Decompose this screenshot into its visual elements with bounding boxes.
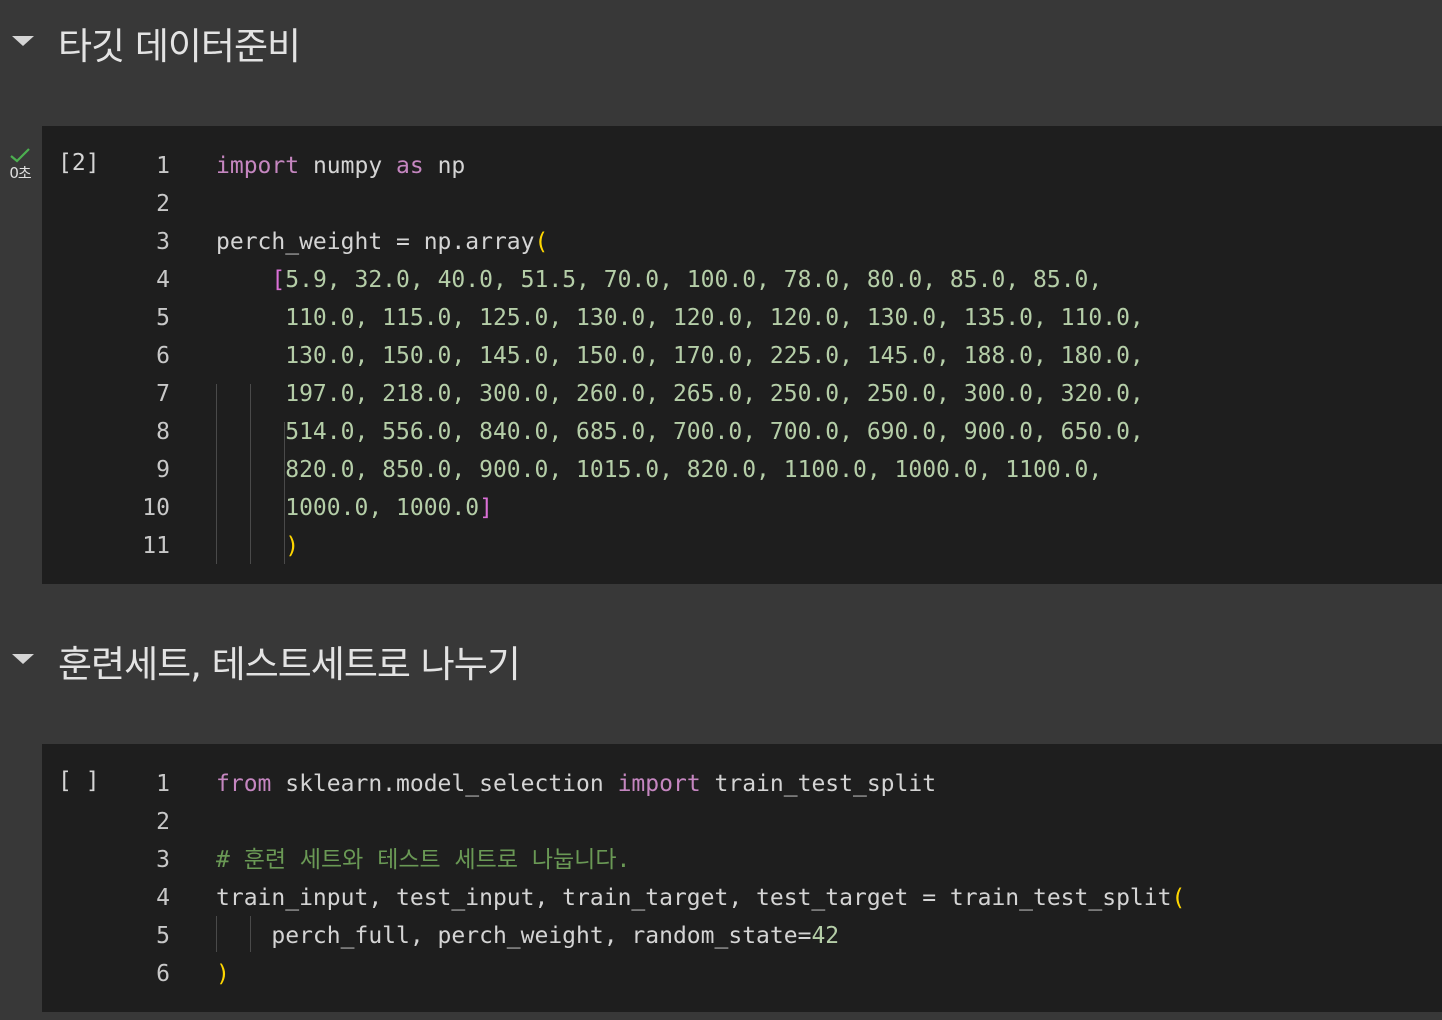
line-number: 1 bbox=[156, 153, 170, 179]
code-line[interactable]: 1 import numpy as np bbox=[42, 147, 1442, 185]
execution-status: 0초 bbox=[0, 146, 40, 183]
code-token: ) bbox=[216, 961, 230, 987]
line-number: 3 bbox=[156, 847, 170, 873]
code-token: # 훈련 세트와 테스트 세트로 나눕니다. bbox=[216, 847, 631, 873]
caret-down-icon[interactable] bbox=[12, 36, 34, 46]
code-token: as bbox=[396, 153, 424, 179]
code-text: 130.0, 150.0, 145.0, 150.0, 170.0, 225.0… bbox=[216, 337, 1144, 375]
code-token: 1000.0, 1000.0 bbox=[216, 495, 480, 521]
line-number: 7 bbox=[156, 381, 170, 407]
code-token: np bbox=[423, 153, 466, 179]
line-number: 9 bbox=[156, 457, 170, 483]
line-number: 8 bbox=[156, 419, 170, 445]
code-line[interactable]: 2 bbox=[42, 185, 1442, 223]
line-number: 2 bbox=[156, 809, 170, 835]
section-title: 훈련세트, 테스트세트로 나누기 bbox=[58, 643, 521, 686]
code-line[interactable]: 10 1000.0, 1000.0] bbox=[42, 489, 1442, 527]
line-number: 4 bbox=[156, 267, 170, 293]
code-token: 514.0, 556.0, 840.0, 685.0, 700.0, 700.0… bbox=[216, 419, 1144, 445]
code-token: 820.0, 850.0, 900.0, 1015.0, 820.0, 1100… bbox=[216, 457, 1103, 483]
code-token: 130.0, 150.0, 145.0, 150.0, 170.0, 225.0… bbox=[216, 343, 1144, 369]
code-token: numpy bbox=[299, 153, 397, 179]
code-line[interactable]: 1 from sklearn.model_selection import tra… bbox=[42, 765, 1442, 803]
line-number: 4 bbox=[156, 885, 170, 911]
code-token: import bbox=[617, 771, 701, 797]
code-text: 1000.0, 1000.0] bbox=[216, 489, 493, 527]
line-number: 6 bbox=[156, 961, 170, 987]
code-line[interactable]: 6) bbox=[42, 955, 1442, 993]
section-header-1: 타깃 데이터준비 bbox=[0, 10, 1442, 70]
code-line[interactable]: 4 train_input, test_input, train_target, … bbox=[42, 879, 1442, 917]
code-text: perch_full, perch_weight, random_state=4… bbox=[216, 917, 839, 955]
code-token: ( bbox=[1171, 885, 1186, 911]
line-number: 2 bbox=[156, 191, 170, 217]
code-cell[interactable]: [ ] 1 from sklearn.model_selection import… bbox=[42, 744, 1442, 1012]
code-text: 197.0, 218.0, 300.0, 260.0, 265.0, 250.0… bbox=[216, 375, 1144, 413]
code-text: from sklearn.model_selection import trai… bbox=[216, 765, 936, 803]
code-token: train_test_split bbox=[700, 771, 937, 797]
code-text: ) bbox=[216, 955, 230, 993]
code-text: # 훈련 세트와 테스트 세트로 나눕니다. bbox=[216, 841, 630, 879]
code-line[interactable]: 7 197.0, 218.0, 300.0, 260.0, 265.0, 250… bbox=[42, 375, 1442, 413]
code-token: sklearn.model_selection bbox=[271, 771, 618, 797]
code-text: train_input, test_input, train_target, t… bbox=[216, 879, 1185, 917]
line-number: 1 bbox=[156, 771, 170, 797]
code-line[interactable]: 5 110.0, 115.0, 125.0, 130.0, 120.0, 120… bbox=[42, 299, 1442, 337]
code-line[interactable]: 5 perch_full, perch_weight, random_state… bbox=[42, 917, 1442, 955]
code-line[interactable]: 2 bbox=[42, 803, 1442, 841]
code-token: perch_full, perch_weight, random_state= bbox=[216, 923, 812, 949]
code-line[interactable]: 9 820.0, 850.0, 900.0, 1015.0, 820.0, 11… bbox=[42, 451, 1442, 489]
code-text: 820.0, 850.0, 900.0, 1015.0, 820.0, 1100… bbox=[216, 451, 1102, 489]
code-token: 110.0, 115.0, 125.0, 130.0, 120.0, 120.0… bbox=[216, 305, 1144, 331]
code-token: ) bbox=[285, 533, 300, 559]
code-token: ] bbox=[479, 495, 493, 521]
code-token: 5.9, 32.0, 40.0, 51.5, 70.0, 100.0, 78.0… bbox=[285, 267, 1103, 293]
code-text: ) bbox=[216, 527, 299, 565]
code-text: perch_weight = np.array( bbox=[216, 223, 548, 261]
code-text: 110.0, 115.0, 125.0, 130.0, 120.0, 120.0… bbox=[216, 299, 1144, 337]
line-number: 5 bbox=[156, 923, 170, 949]
code-token: import bbox=[216, 153, 300, 179]
line-number: 6 bbox=[156, 343, 170, 369]
code-token: 42 bbox=[811, 923, 840, 949]
code-text: 514.0, 556.0, 840.0, 685.0, 700.0, 700.0… bbox=[216, 413, 1144, 451]
code-token: train_input, test_input, train_target, t… bbox=[216, 885, 1172, 911]
code-token: from bbox=[216, 771, 272, 797]
code-token: ( bbox=[534, 229, 549, 255]
code-text: [5.9, 32.0, 40.0, 51.5, 70.0, 100.0, 78.… bbox=[216, 261, 1102, 299]
line-number: 11 bbox=[142, 533, 170, 559]
code-line[interactable]: 6 130.0, 150.0, 145.0, 150.0, 170.0, 225… bbox=[42, 337, 1442, 375]
line-number: 10 bbox=[142, 495, 170, 521]
section-title: 타깃 데이터준비 bbox=[58, 25, 301, 68]
code-line[interactable]: 4 [5.9, 32.0, 40.0, 51.5, 70.0, 100.0, 7… bbox=[42, 261, 1442, 299]
code-line[interactable]: 3 # 훈련 세트와 테스트 세트로 나눕니다. bbox=[42, 841, 1442, 879]
code-line[interactable]: 11 ) bbox=[42, 527, 1442, 565]
code-token: [ bbox=[271, 267, 286, 293]
execution-time: 0초 bbox=[9, 164, 31, 182]
code-line[interactable]: 8 514.0, 556.0, 840.0, 685.0, 700.0, 700… bbox=[42, 413, 1442, 451]
code-token: perch_weight = np.array bbox=[216, 229, 535, 255]
code-text: import numpy as np bbox=[216, 147, 465, 185]
code-token: 197.0, 218.0, 300.0, 260.0, 265.0, 250.0… bbox=[216, 381, 1144, 407]
code-cell[interactable]: [2] 1 import numpy as np 2 3 perch_weight = … bbox=[42, 126, 1442, 584]
section-header-2: 훈련세트, 테스트세트로 나누기 bbox=[0, 628, 1442, 688]
code-line[interactable]: 3 perch_weight = np.array( bbox=[42, 223, 1442, 261]
line-number: 5 bbox=[156, 305, 170, 331]
line-number: 3 bbox=[156, 229, 170, 255]
caret-down-icon[interactable] bbox=[12, 654, 34, 664]
